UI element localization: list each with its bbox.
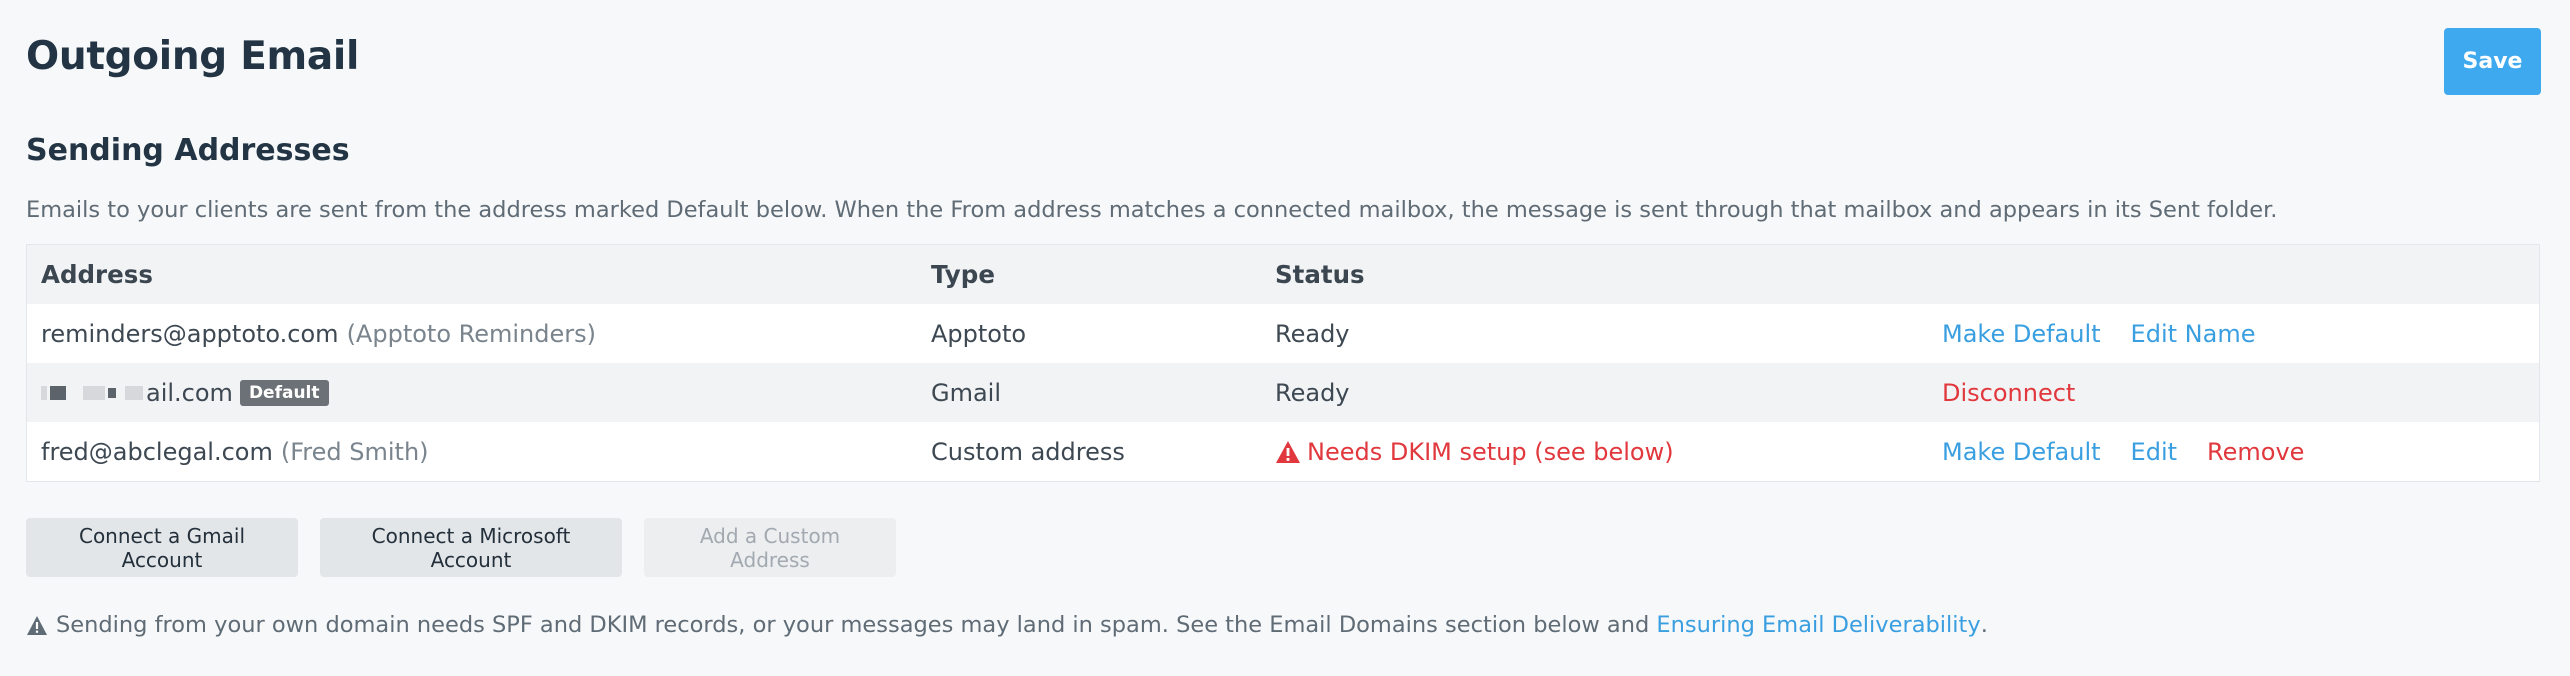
redaction-block — [41, 385, 47, 400]
address-cell: reminders@apptoto.com (Apptoto Reminders… — [41, 304, 596, 363]
redacted-address — [41, 385, 146, 400]
make-default-link[interactable]: Make Default — [1942, 320, 2101, 348]
type-cell: Apptoto — [931, 319, 1027, 348]
note-suffix: . — [1980, 612, 1988, 638]
make-default-link[interactable]: Make Default — [1942, 438, 2101, 466]
status-cell: Ready — [1275, 319, 1350, 348]
address-cell: ail.com Default — [41, 363, 329, 422]
actions-cell: Make Default Edit Remove — [1942, 422, 2334, 481]
redaction-block — [125, 385, 143, 400]
actions-cell: Disconnect — [1942, 363, 2105, 422]
status-warning: Needs DKIM setup (see below) — [1275, 438, 1674, 466]
deliverability-link[interactable]: Ensuring Email Deliverability — [1656, 612, 1980, 638]
connect-microsoft-button[interactable]: Connect a Microsoft Account — [320, 518, 622, 577]
type-cell: Custom address — [931, 437, 1125, 466]
edit-name-link[interactable]: Edit Name — [2131, 320, 2256, 348]
disconnect-link[interactable]: Disconnect — [1942, 379, 2075, 407]
deliverability-note: Sending from your own domain needs SPF a… — [26, 612, 1988, 638]
save-button[interactable]: Save — [2444, 28, 2541, 95]
display-name: (Apptoto Reminders) — [346, 319, 596, 348]
warning-icon — [1276, 440, 1300, 463]
outgoing-email-page: Outgoing Email Save Sending Addresses Em… — [0, 0, 2570, 676]
connect-gmail-button[interactable]: Connect a Gmail Account — [26, 518, 298, 577]
address-cell: fred@abclegal.com (Fred Smith) — [41, 422, 429, 481]
column-header-status: Status — [1275, 260, 1365, 289]
redaction-block — [108, 387, 116, 398]
warning-icon — [27, 615, 47, 635]
status-cell: Needs DKIM setup (see below) — [1275, 422, 1674, 481]
email-address: reminders@apptoto.com — [41, 319, 339, 348]
column-header-type: Type — [931, 260, 995, 289]
add-custom-address-button[interactable]: Add a Custom Address — [644, 518, 896, 577]
status-cell: Ready — [1275, 378, 1350, 407]
type-cell: Gmail — [931, 378, 1002, 407]
redaction-block — [50, 385, 66, 400]
table-row: fred@abclegal.com (Fred Smith) Custom ad… — [27, 422, 2539, 481]
address-actions: Connect a Gmail Account Connect a Micros… — [26, 518, 896, 577]
table-header: Address Type Status — [27, 245, 2539, 304]
page-title: Outgoing Email — [26, 34, 360, 79]
actions-cell: Make Default Edit Name — [1942, 304, 2285, 363]
note-text: Sending from your own domain needs SPF a… — [56, 612, 1650, 638]
default-badge: Default — [239, 379, 329, 406]
display-name: (Fred Smith) — [280, 437, 429, 466]
section-title: Sending Addresses — [26, 133, 350, 168]
edit-link[interactable]: Edit — [2131, 438, 2177, 466]
sending-addresses-table: Address Type Status reminders@apptoto.co… — [26, 244, 2540, 482]
status-text: Needs DKIM setup (see below) — [1307, 437, 1674, 466]
remove-link[interactable]: Remove — [2207, 438, 2304, 466]
email-address: fred@abclegal.com — [41, 437, 273, 466]
column-header-address: Address — [41, 260, 153, 289]
redaction-block — [83, 385, 105, 400]
email-address: ail.com — [146, 378, 233, 407]
table-row: ail.com Default Gmail Ready Disconnect — [27, 363, 2539, 422]
section-description: Emails to your clients are sent from the… — [26, 197, 2278, 223]
table-row: reminders@apptoto.com (Apptoto Reminders… — [27, 304, 2539, 363]
